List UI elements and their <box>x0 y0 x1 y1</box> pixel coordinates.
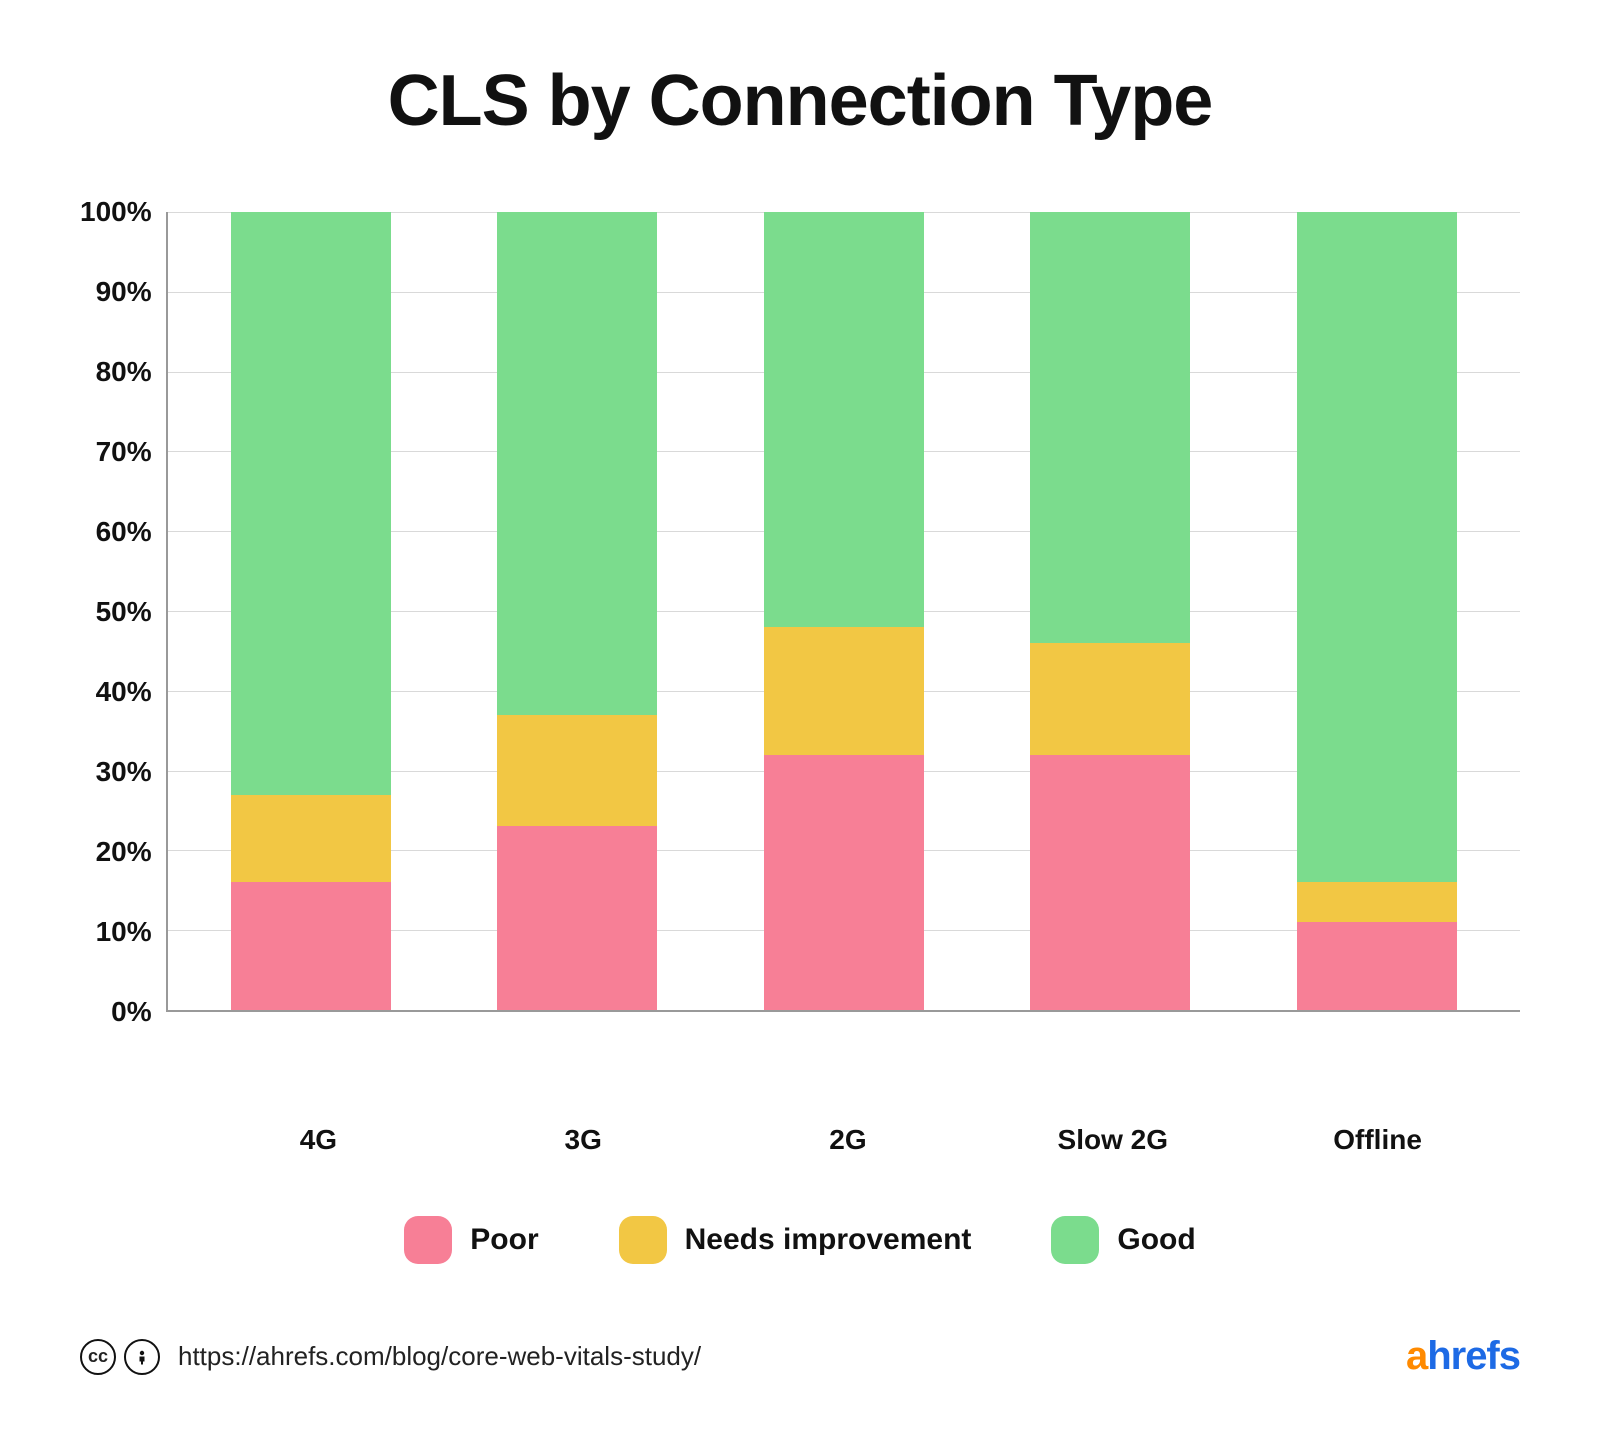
bar-segment <box>1030 755 1190 1010</box>
source-url: https://ahrefs.com/blog/core-web-vitals-… <box>178 1341 701 1372</box>
bar-segment <box>764 212 924 627</box>
chart-title: CLS by Connection Type <box>80 60 1520 142</box>
x-axis: 4G 3G 2G Slow 2G Offline <box>176 1124 1520 1156</box>
cc-icon: cc <box>80 1339 116 1375</box>
legend-item: Good <box>1051 1216 1195 1264</box>
bar-segment <box>497 212 657 715</box>
bar-segment <box>497 826 657 1010</box>
chart-area: 100%90%80%70%60%50%40%30%20%10%0% <box>80 212 1520 1104</box>
legend-swatch <box>404 1216 452 1264</box>
legend-swatch <box>1051 1216 1099 1264</box>
legend-label: Poor <box>470 1223 538 1257</box>
bar-segment <box>231 882 391 1010</box>
footer: cc https://ahrefs.com/blog/core-web-vita… <box>80 1334 1520 1379</box>
bar-segment <box>1030 643 1190 755</box>
bar-segment <box>764 755 924 1010</box>
bar-segment <box>764 627 924 755</box>
x-label: 2G <box>768 1124 928 1156</box>
stacked-bar <box>764 212 924 1010</box>
brand-a: a <box>1406 1334 1427 1378</box>
x-label: 3G <box>503 1124 663 1156</box>
brand-logo: ahrefs <box>1406 1334 1520 1379</box>
bar-segment <box>231 212 391 795</box>
bar-segment <box>497 715 657 827</box>
bars-container <box>168 212 1520 1010</box>
stacked-bar <box>1297 212 1457 1010</box>
legend: Poor Needs improvement Good <box>80 1216 1520 1264</box>
brand-rest: hrefs <box>1427 1334 1520 1378</box>
bar-segment <box>1297 882 1457 922</box>
footer-left: cc https://ahrefs.com/blog/core-web-vita… <box>80 1339 701 1375</box>
bar-segment <box>1297 922 1457 1010</box>
y-axis: 100%90%80%70%60%50%40%30%20%10%0% <box>80 212 166 1012</box>
cc-by-icon <box>124 1339 160 1375</box>
stacked-bar <box>1030 212 1190 1010</box>
x-label: Offline <box>1298 1124 1458 1156</box>
plot <box>166 212 1520 1012</box>
bar-segment <box>1297 212 1457 882</box>
legend-label: Good <box>1117 1223 1195 1257</box>
x-label: 4G <box>238 1124 398 1156</box>
bar-segment <box>1030 212 1190 643</box>
legend-label: Needs improvement <box>685 1223 972 1257</box>
stacked-bar <box>231 212 391 1010</box>
legend-item: Needs improvement <box>619 1216 972 1264</box>
x-label: Slow 2G <box>1033 1124 1193 1156</box>
legend-swatch <box>619 1216 667 1264</box>
cc-license-icons: cc <box>80 1339 160 1375</box>
legend-item: Poor <box>404 1216 538 1264</box>
stacked-bar <box>497 212 657 1010</box>
bar-segment <box>231 795 391 883</box>
